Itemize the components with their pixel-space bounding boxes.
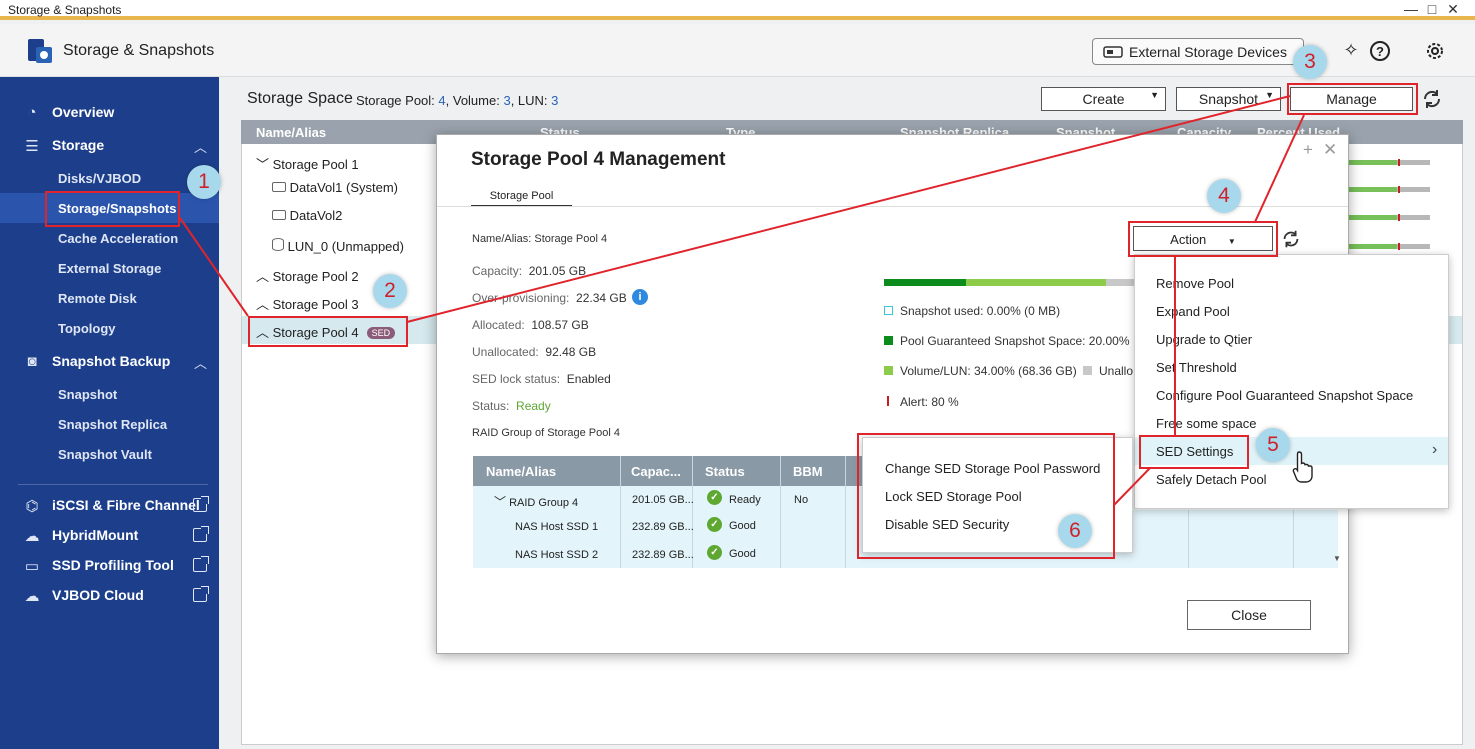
step-badge: 4	[1207, 179, 1241, 213]
step-badge: 6	[1058, 514, 1092, 548]
step-badge: 1	[187, 165, 221, 199]
highlight-box	[248, 316, 408, 347]
step-badge: 3	[1293, 45, 1327, 79]
hand-pointer-icon	[1292, 451, 1313, 483]
annotation-lines	[179, 95, 1305, 506]
step-badge: 2	[373, 274, 407, 308]
highlight-box	[1128, 221, 1278, 257]
step-badge: 5	[1256, 428, 1290, 462]
highlight-box	[1287, 83, 1418, 115]
highlight-box	[1139, 435, 1249, 469]
highlight-box	[45, 191, 180, 227]
